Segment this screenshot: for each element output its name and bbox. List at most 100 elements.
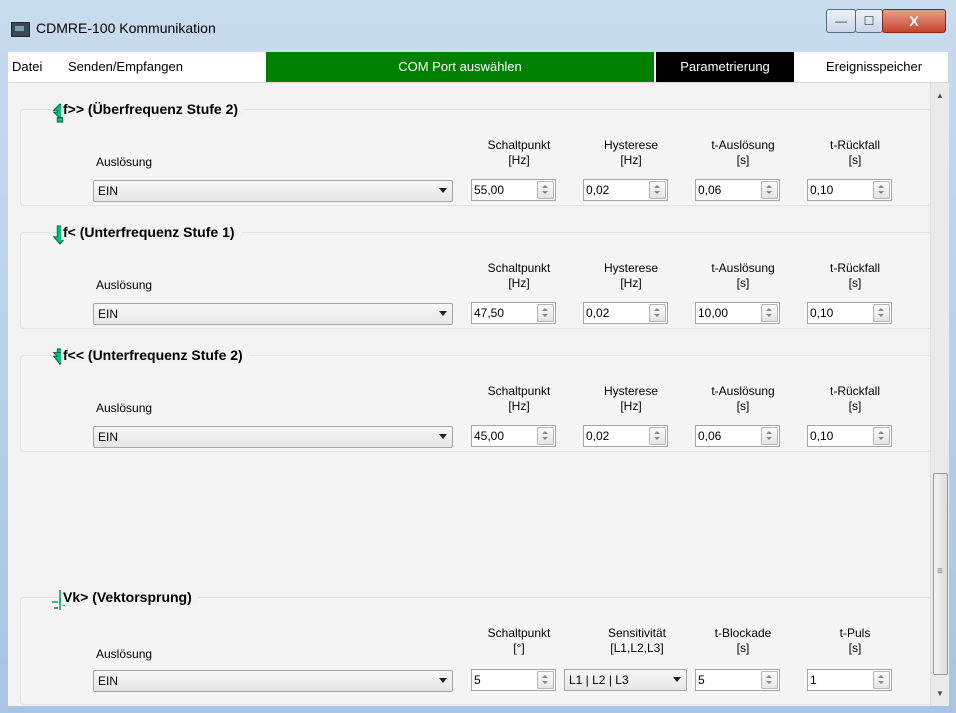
hysterese-header: Hysterese [Hz] — [588, 384, 674, 414]
stepper-value: 0,10 — [810, 306, 834, 320]
app-window: CDMRE-100 Kommunikation — ☐ X Datei Send… — [0, 0, 956, 713]
ausloesung-dropdown[interactable]: EIN — [93, 426, 453, 448]
t-rueckfall-header: t-Rückfall [s] — [812, 261, 898, 291]
spin-buttons[interactable] — [761, 671, 778, 689]
t-rueckfall-stepper[interactable]: 0,10 — [807, 425, 892, 447]
menu-com-port[interactable]: COM Port auswählen — [266, 52, 654, 82]
hysterese-header: Hysterese [Hz] — [588, 261, 674, 291]
header-unit: [Hz] — [620, 153, 642, 167]
grip-icon: ≡ — [937, 566, 943, 577]
header-name: Schaltpunkt — [487, 138, 551, 152]
header-unit: [Hz] — [620, 399, 642, 413]
t-puls-header: t-Puls [s] — [812, 626, 898, 656]
scroll-down-icon[interactable]: ▼ — [931, 685, 949, 702]
header-name: t-Rückfall — [829, 138, 880, 152]
spin-buttons[interactable] — [649, 181, 666, 199]
sensitivitaet-dropdown[interactable]: L1 | L2 | L3 — [564, 669, 687, 691]
spin-buttons[interactable] — [761, 304, 778, 322]
group-underfrequency-2: f<< (Unterfrequenz Stufe 2) Auslösung EI… — [20, 347, 930, 452]
maximize-button[interactable]: ☐ — [855, 9, 883, 33]
t-ausloesung-stepper[interactable]: 0,06 — [695, 425, 780, 447]
group-vector-jump: Vk> (Vektorsprung) Auslösung EIN Schaltp… — [20, 589, 930, 705]
t-blockade-stepper[interactable]: 5 — [695, 669, 780, 691]
menu-ereignisspeicher[interactable]: Ereignisspeicher — [804, 52, 944, 82]
t-ausloesung-header: t-Auslösung [s] — [700, 261, 786, 291]
stepper-value: 5 — [474, 673, 481, 687]
t-ausloesung-stepper[interactable]: 0,06 — [695, 179, 780, 201]
menu-datei[interactable]: Datei — [12, 52, 52, 82]
vertical-scrollbar[interactable]: ▲ ≡ ▼ — [930, 83, 949, 706]
minimize-button[interactable]: — — [826, 9, 856, 33]
stepper-value: 5 — [698, 673, 705, 687]
spin-buttons[interactable] — [761, 181, 778, 199]
header-name: Schaltpunkt — [487, 384, 551, 398]
header-unit: [s] — [736, 399, 750, 413]
schaltpunkt-header: Schaltpunkt [°] — [476, 626, 562, 656]
spin-buttons[interactable] — [537, 671, 554, 689]
header-unit: [s] — [736, 276, 750, 290]
ausloesung-dropdown[interactable]: EIN — [93, 670, 453, 692]
header-name: Hysterese — [603, 384, 659, 398]
spin-buttons[interactable] — [537, 304, 554, 322]
header-unit: [s] — [736, 153, 750, 167]
spin-buttons[interactable] — [537, 181, 554, 199]
ausloesung-dropdown[interactable]: EIN — [93, 303, 453, 325]
schaltpunkt-stepper[interactable]: 5 — [471, 669, 556, 691]
spin-buttons[interactable] — [873, 427, 890, 445]
schaltpunkt-stepper[interactable]: 55,00 — [471, 179, 556, 201]
menu-parametrierung[interactable]: Parametrierung — [656, 52, 794, 82]
header-unit: [s] — [848, 399, 862, 413]
close-button[interactable]: X — [882, 9, 946, 33]
dropdown-value: EIN — [98, 674, 119, 688]
dropdown-value: EIN — [98, 307, 119, 321]
hysterese-stepper[interactable]: 0,02 — [583, 179, 668, 201]
menu-senden-empfangen[interactable]: Senden/Empfangen — [68, 52, 198, 82]
group-title: f< (Unterfrequenz Stufe 1) — [61, 224, 241, 240]
spin-buttons[interactable] — [761, 427, 778, 445]
hysterese-stepper[interactable]: 0,02 — [583, 425, 668, 447]
stepper-value: 0,02 — [586, 429, 610, 443]
spin-buttons[interactable] — [873, 304, 890, 322]
scroll-up-icon[interactable]: ▲ — [931, 87, 949, 104]
spin-buttons[interactable] — [649, 427, 666, 445]
header-name: Hysterese — [603, 261, 659, 275]
header-name: t-Auslösung — [711, 138, 775, 152]
scroll-thumb[interactable]: ≡ — [933, 473, 948, 675]
group-title: f>> (Überfrequenz Stufe 2) — [61, 101, 245, 117]
header-name: t-Puls — [839, 626, 871, 640]
t-puls-stepper[interactable]: 1 — [807, 669, 892, 691]
stepper-value: 0,10 — [810, 183, 834, 197]
stepper-value: 0,02 — [586, 183, 610, 197]
t-rueckfall-stepper[interactable]: 0,10 — [807, 302, 892, 324]
header-unit: [Hz] — [508, 399, 530, 413]
spin-buttons[interactable] — [873, 671, 890, 689]
schaltpunkt-stepper[interactable]: 45,00 — [471, 425, 556, 447]
header-unit: [Hz] — [508, 276, 530, 290]
spin-buttons[interactable] — [873, 181, 890, 199]
ausloesung-dropdown[interactable]: EIN — [93, 180, 453, 202]
group-title: Vk> (Vektorsprung) — [61, 589, 198, 605]
title-bar: CDMRE-100 Kommunikation — ☐ X — [0, 0, 956, 52]
chevron-down-icon — [439, 188, 447, 193]
stepper-value: 0,06 — [698, 429, 722, 443]
group-underfrequency-1: f< (Unterfrequenz Stufe 1) Auslösung EIN… — [20, 224, 930, 329]
stepper-value: 1 — [810, 673, 817, 687]
chevron-down-icon — [673, 677, 681, 682]
stepper-value: 45,00 — [474, 429, 505, 443]
spin-buttons[interactable] — [537, 427, 554, 445]
spin-buttons[interactable] — [649, 304, 666, 322]
header-name: t-Auslösung — [711, 384, 775, 398]
t-rueckfall-header: t-Rückfall [s] — [812, 138, 898, 168]
ausloesung-label: Auslösung — [96, 155, 153, 169]
t-ausloesung-stepper[interactable]: 10,00 — [695, 302, 780, 324]
hysterese-stepper[interactable]: 0,02 — [583, 302, 668, 324]
header-unit: [Hz] — [620, 276, 642, 290]
group-title: f<< (Unterfrequenz Stufe 2) — [61, 347, 249, 363]
t-rueckfall-stepper[interactable]: 0,10 — [807, 179, 892, 201]
sensitivitaet-header: Sensitivität [L1,L2,L3] — [582, 626, 692, 656]
menu-bar: Datei Senden/Empfangen COM Port auswähle… — [8, 52, 948, 83]
schaltpunkt-header: Schaltpunkt [Hz] — [476, 384, 562, 414]
dropdown-value: L1 | L2 | L3 — [569, 673, 629, 687]
schaltpunkt-stepper[interactable]: 47,50 — [471, 302, 556, 324]
header-unit: [s] — [736, 641, 750, 655]
